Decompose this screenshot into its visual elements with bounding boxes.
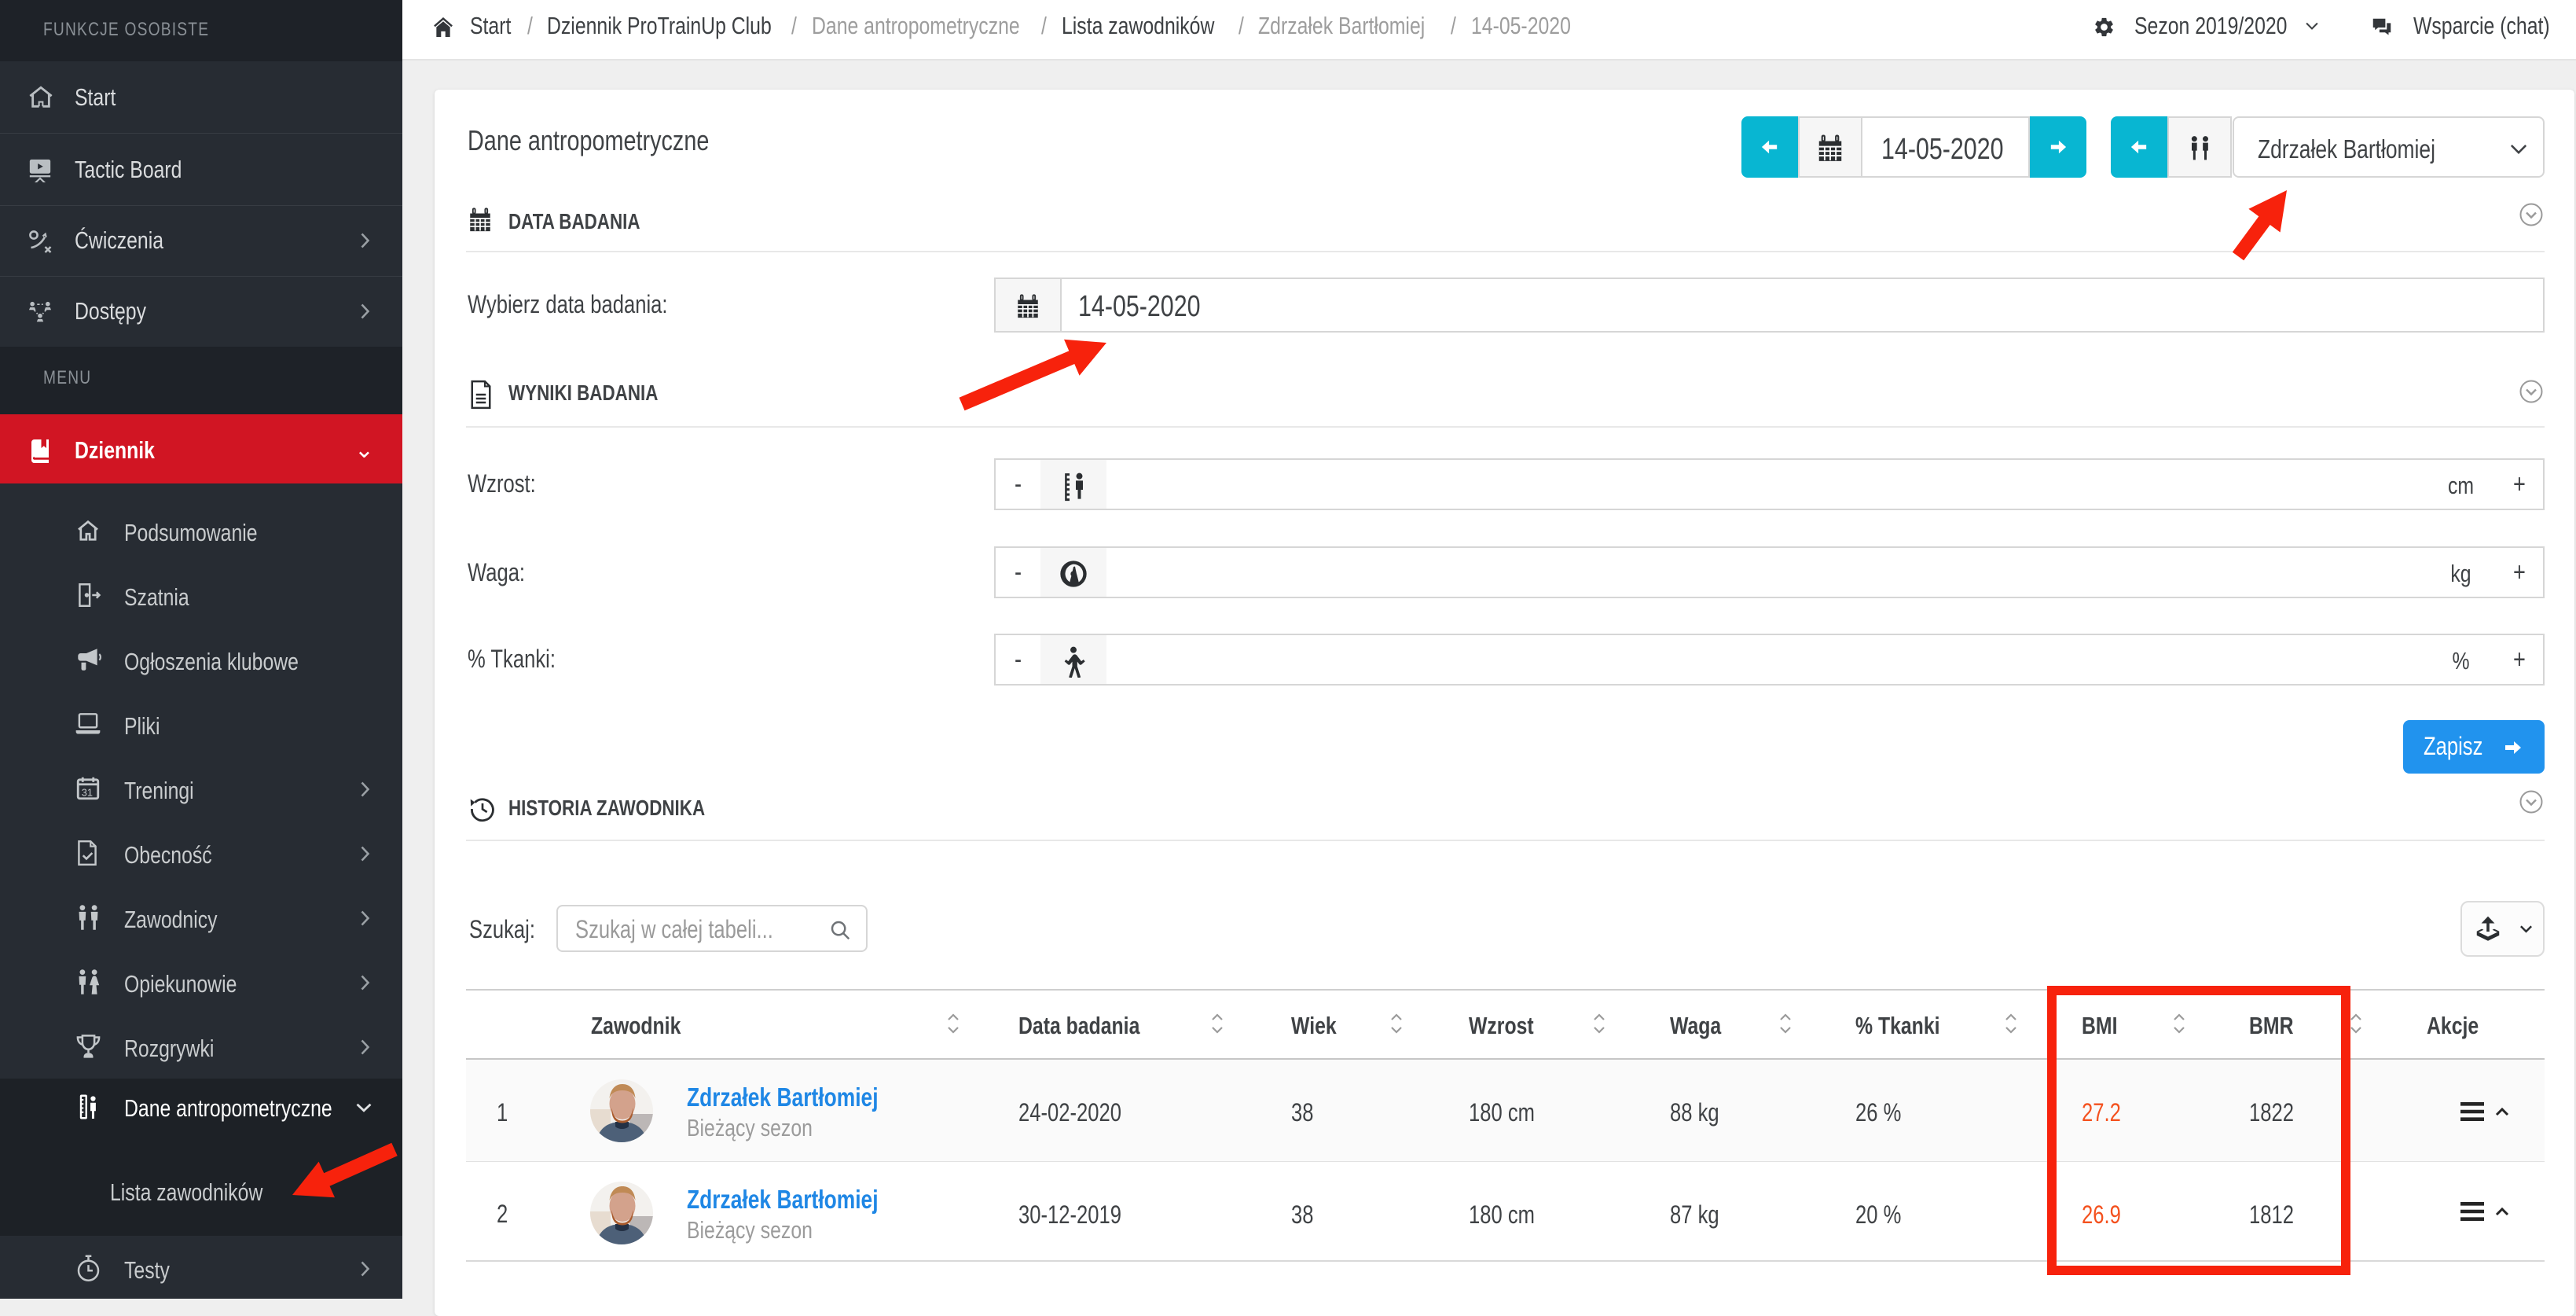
- svg-text:31: 31: [82, 786, 93, 798]
